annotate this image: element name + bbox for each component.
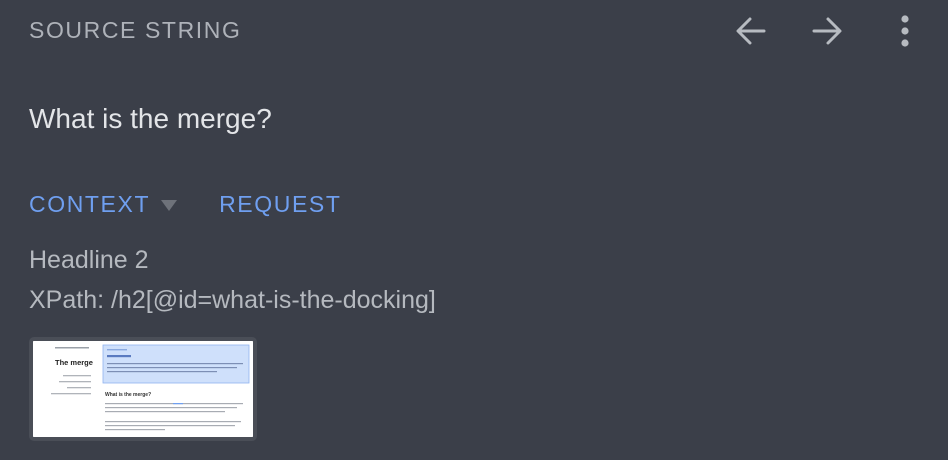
previous-button[interactable] — [730, 10, 772, 52]
context-xpath: XPath: /h2[@id=what-is-the-docking] — [29, 286, 436, 314]
section-title: SOURCE STRING — [29, 17, 242, 43]
thumbnail-page-title: The merge — [55, 358, 93, 367]
caret-down-icon — [160, 198, 178, 212]
context-element-type: Headline 2 — [29, 246, 149, 274]
info-tabs: CONTEXT REQUEST — [29, 191, 341, 218]
more-options-button[interactable] — [890, 10, 920, 52]
thumbnail-image: The merge What is the merge? — [33, 341, 253, 437]
next-button[interactable] — [806, 10, 848, 52]
source-string-text: What is the merge? — [29, 103, 272, 134]
tab-context[interactable]: CONTEXT — [29, 191, 219, 218]
context-screenshot-thumbnail[interactable]: The merge What is the merge? — [29, 337, 257, 441]
thumbnail-section-heading: What is the merge? — [105, 392, 151, 398]
arrow-left-icon — [736, 17, 766, 45]
arrow-right-icon — [812, 17, 842, 45]
tab-context-label: CONTEXT — [29, 191, 151, 217]
tab-request[interactable]: REQUEST — [219, 191, 341, 218]
more-vertical-icon — [901, 15, 909, 47]
tab-request-label: REQUEST — [219, 191, 342, 217]
